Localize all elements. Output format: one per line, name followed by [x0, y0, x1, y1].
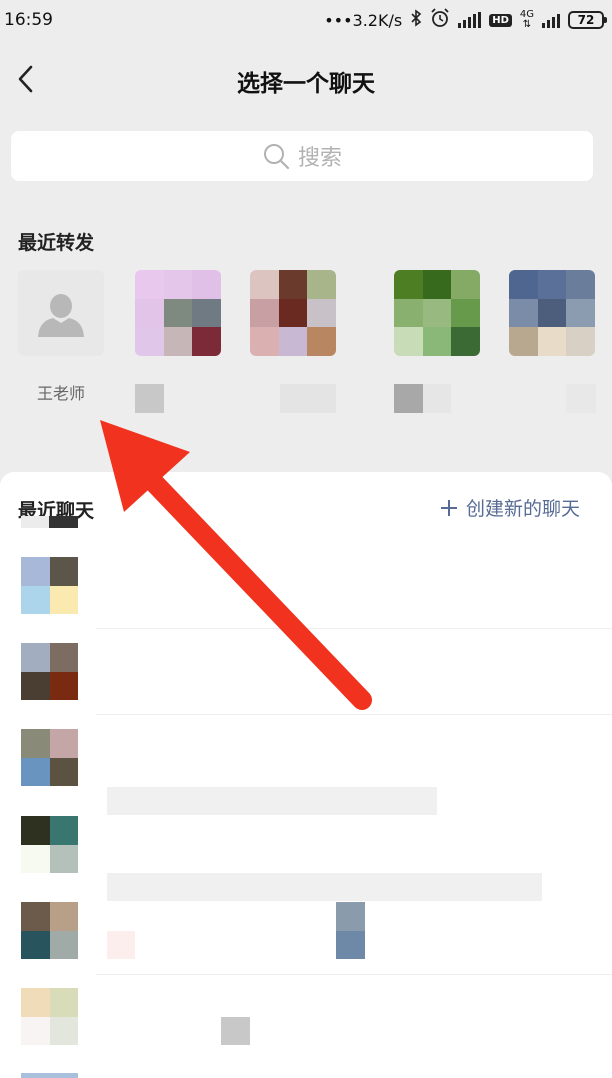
avatar	[21, 643, 78, 700]
blurred-avatar	[336, 902, 365, 931]
search-icon	[263, 144, 290, 170]
avatar	[21, 902, 78, 959]
status-icons: •••3.2K/s HD 4G ⇅ 72	[324, 8, 607, 32]
forward-contact-4[interactable]	[394, 270, 480, 356]
avatar	[250, 270, 336, 356]
avatar	[21, 729, 78, 786]
avatar	[135, 270, 221, 356]
blurred-name	[107, 873, 542, 901]
avatar	[21, 988, 78, 1045]
signal-icon	[458, 12, 482, 28]
page-title: 选择一个聊天	[237, 71, 375, 97]
recent-forwards-title: 最近转发	[18, 232, 95, 254]
battery-icon: 72	[568, 11, 607, 29]
signal-icon-2	[542, 12, 560, 28]
person-icon	[38, 294, 84, 337]
blurred-name	[566, 384, 596, 413]
divider	[96, 628, 612, 629]
avatar	[21, 816, 78, 873]
search-input[interactable]: 搜索	[11, 131, 593, 181]
forward-contact-3[interactable]	[250, 270, 336, 356]
create-new-chat-button[interactable]: 创建新的聊天	[440, 494, 580, 521]
blurred-name	[107, 931, 135, 959]
status-bar: 16:59 •••3.2K/s HD 4G ⇅ 72	[0, 0, 612, 40]
avatar	[18, 270, 104, 356]
search-placeholder: 搜索	[297, 146, 342, 171]
avatar	[394, 270, 480, 356]
chat-row[interactable]	[0, 643, 612, 729]
network-speed: •••3.2K/s	[324, 10, 403, 30]
header: 选择一个聊天	[0, 50, 612, 110]
blurred-avatar	[21, 1073, 78, 1078]
bluetooth-icon	[410, 9, 422, 31]
forward-contact-5[interactable]	[509, 270, 595, 356]
blurred-avatar	[336, 931, 365, 959]
forward-contact-name: 王老师	[36, 384, 85, 403]
chat-row[interactable]	[0, 988, 612, 1074]
forward-contact-2[interactable]	[135, 270, 221, 356]
alarm-icon	[430, 8, 450, 32]
blurred-name	[280, 384, 336, 413]
divider	[96, 714, 612, 715]
blurred-name	[221, 1017, 250, 1045]
plus-icon	[440, 499, 457, 516]
avatar	[21, 557, 78, 614]
recent-chats-panel: 最近聊天 创建新的聊天	[0, 472, 612, 1078]
blurred-avatar	[49, 516, 78, 528]
chat-row[interactable]	[0, 902, 612, 988]
blurred-avatar	[21, 516, 49, 528]
blurred-name	[423, 384, 451, 413]
blurred-name	[135, 384, 164, 413]
hd-badge: HD	[489, 13, 512, 27]
chat-row[interactable]	[0, 557, 612, 643]
status-time: 16:59	[4, 10, 53, 30]
blurred-name	[394, 384, 423, 413]
blurred-name	[107, 787, 437, 815]
net-type-badge: 4G ⇅	[519, 9, 534, 30]
divider	[96, 974, 612, 975]
create-new-chat-label: 创建新的聊天	[465, 498, 580, 520]
avatar	[509, 270, 595, 356]
forward-contact-wanglaoshi[interactable]: 王老师	[18, 270, 104, 404]
